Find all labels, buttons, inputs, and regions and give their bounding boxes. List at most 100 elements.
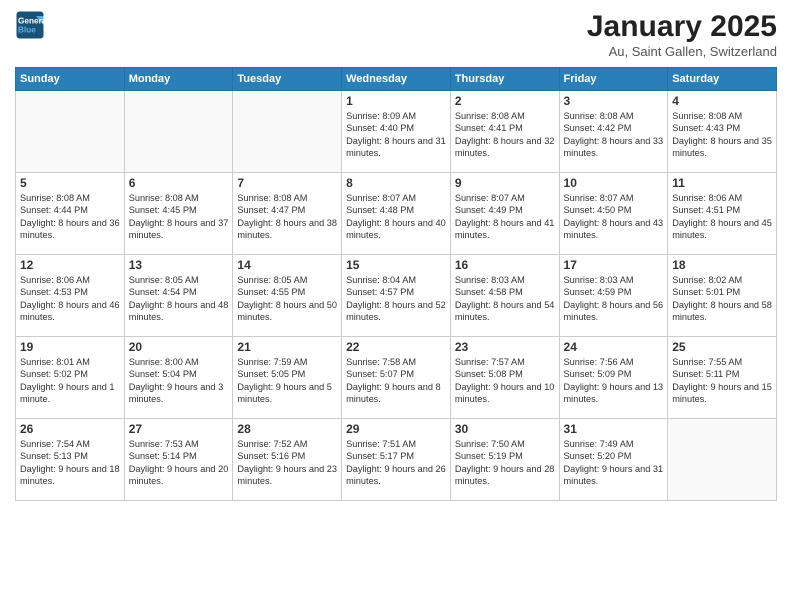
calendar-cell: 13Sunrise: 8:05 AM Sunset: 4:54 PM Dayli… bbox=[124, 255, 233, 337]
day-info: Sunrise: 8:03 AM Sunset: 4:59 PM Dayligh… bbox=[564, 274, 664, 324]
day-info: Sunrise: 8:07 AM Sunset: 4:50 PM Dayligh… bbox=[564, 192, 664, 242]
day-number: 26 bbox=[20, 422, 120, 436]
day-info: Sunrise: 8:08 AM Sunset: 4:43 PM Dayligh… bbox=[672, 110, 772, 160]
calendar-cell: 1 Sunrise: 8:09 AM Sunset: 4:40 PM Daylig… bbox=[342, 91, 451, 173]
day-number: 28 bbox=[237, 422, 337, 436]
day-number: 23 bbox=[455, 340, 555, 354]
week-row-1: 5 Sunrise: 8:08 AM Sunset: 4:44 PM Daylig… bbox=[16, 173, 777, 255]
day-info: Sunrise: 7:49 AM Sunset: 5:20 PM Dayligh… bbox=[564, 438, 664, 488]
day-number: 6 bbox=[129, 176, 229, 190]
calendar-cell: 16Sunrise: 8:03 AM Sunset: 4:58 PM Dayli… bbox=[450, 255, 559, 337]
calendar-cell: 18Sunrise: 8:02 AM Sunset: 5:01 PM Dayli… bbox=[668, 255, 777, 337]
calendar-cell: 29Sunrise: 7:51 AM Sunset: 5:17 PM Dayli… bbox=[342, 419, 451, 501]
week-row-3: 19 Sunrise: 8:01 AM Sunset: 5:02 PM Dayli… bbox=[16, 337, 777, 419]
day-number: 25 bbox=[672, 340, 772, 354]
calendar-cell: 7Sunrise: 8:08 AM Sunset: 4:47 PM Daylig… bbox=[233, 173, 342, 255]
day-info: Sunrise: 7:58 AM Sunset: 5:07 PM Dayligh… bbox=[346, 356, 446, 406]
svg-text:Blue: Blue bbox=[18, 26, 36, 35]
day-info: Sunrise: 8:08 AM Sunset: 4:41 PM Dayligh… bbox=[455, 110, 555, 160]
day-number: 2 bbox=[455, 94, 555, 108]
calendar-cell bbox=[16, 91, 125, 173]
day-number: 13 bbox=[129, 258, 229, 272]
title-block: January 2025 Au, Saint Gallen, Switzerla… bbox=[587, 10, 777, 59]
calendar-cell: 24Sunrise: 7:56 AM Sunset: 5:09 PM Dayli… bbox=[559, 337, 668, 419]
calendar-subtitle: Au, Saint Gallen, Switzerland bbox=[587, 44, 777, 59]
calendar-cell: 20 Sunrise: 8:00 AM Sunset: 5:04 PM Dayli… bbox=[124, 337, 233, 419]
day-info: Sunrise: 8:03 AM Sunset: 4:58 PM Dayligh… bbox=[455, 274, 555, 324]
day-number: 12 bbox=[20, 258, 120, 272]
day-number: 21 bbox=[237, 340, 337, 354]
day-header-wednesday: Wednesday bbox=[342, 68, 451, 91]
calendar-cell: 10Sunrise: 8:07 AM Sunset: 4:50 PM Dayli… bbox=[559, 173, 668, 255]
calendar-cell: 2 Sunrise: 8:08 AM Sunset: 4:41 PM Daylig… bbox=[450, 91, 559, 173]
calendar-table: SundayMondayTuesdayWednesdayThursdayFrid… bbox=[15, 67, 777, 501]
day-number: 14 bbox=[237, 258, 337, 272]
day-info: Sunrise: 7:55 AM Sunset: 5:11 PM Dayligh… bbox=[672, 356, 772, 406]
calendar-cell bbox=[233, 91, 342, 173]
day-info: Sunrise: 8:06 AM Sunset: 4:53 PM Dayligh… bbox=[20, 274, 120, 324]
week-row-0: 1 Sunrise: 8:09 AM Sunset: 4:40 PM Daylig… bbox=[16, 91, 777, 173]
day-info: Sunrise: 8:06 AM Sunset: 4:51 PM Dayligh… bbox=[672, 192, 772, 242]
days-header-row: SundayMondayTuesdayWednesdayThursdayFrid… bbox=[16, 68, 777, 91]
calendar-title: January 2025 bbox=[587, 10, 777, 44]
day-number: 22 bbox=[346, 340, 446, 354]
day-info: Sunrise: 8:08 AM Sunset: 4:45 PM Dayligh… bbox=[129, 192, 229, 242]
calendar-cell: 4 Sunrise: 8:08 AM Sunset: 4:43 PM Daylig… bbox=[668, 91, 777, 173]
day-number: 20 bbox=[129, 340, 229, 354]
day-header-friday: Friday bbox=[559, 68, 668, 91]
day-number: 9 bbox=[455, 176, 555, 190]
calendar-cell: 3 Sunrise: 8:08 AM Sunset: 4:42 PM Daylig… bbox=[559, 91, 668, 173]
calendar-cell: 15Sunrise: 8:04 AM Sunset: 4:57 PM Dayli… bbox=[342, 255, 451, 337]
day-header-sunday: Sunday bbox=[16, 68, 125, 91]
logo: General Blue bbox=[15, 10, 45, 40]
calendar-cell: 27 Sunrise: 7:53 AM Sunset: 5:14 PM Dayli… bbox=[124, 419, 233, 501]
day-header-monday: Monday bbox=[124, 68, 233, 91]
logo-icon: General Blue bbox=[15, 10, 45, 40]
calendar-cell: 6 Sunrise: 8:08 AM Sunset: 4:45 PM Daylig… bbox=[124, 173, 233, 255]
day-number: 18 bbox=[672, 258, 772, 272]
day-info: Sunrise: 7:51 AM Sunset: 5:17 PM Dayligh… bbox=[346, 438, 446, 488]
day-info: Sunrise: 7:52 AM Sunset: 5:16 PM Dayligh… bbox=[237, 438, 337, 488]
day-number: 31 bbox=[564, 422, 664, 436]
day-info: Sunrise: 7:54 AM Sunset: 5:13 PM Dayligh… bbox=[20, 438, 120, 488]
day-header-saturday: Saturday bbox=[668, 68, 777, 91]
day-info: Sunrise: 8:07 AM Sunset: 4:49 PM Dayligh… bbox=[455, 192, 555, 242]
day-info: Sunrise: 8:07 AM Sunset: 4:48 PM Dayligh… bbox=[346, 192, 446, 242]
svg-text:General: General bbox=[18, 17, 45, 26]
day-header-tuesday: Tuesday bbox=[233, 68, 342, 91]
day-info: Sunrise: 8:08 AM Sunset: 4:42 PM Dayligh… bbox=[564, 110, 664, 160]
day-number: 27 bbox=[129, 422, 229, 436]
calendar-cell: 19 Sunrise: 8:01 AM Sunset: 5:02 PM Dayli… bbox=[16, 337, 125, 419]
day-info: Sunrise: 8:01 AM Sunset: 5:02 PM Dayligh… bbox=[20, 356, 120, 406]
day-info: Sunrise: 8:08 AM Sunset: 4:44 PM Dayligh… bbox=[20, 192, 120, 242]
day-info: Sunrise: 8:05 AM Sunset: 4:55 PM Dayligh… bbox=[237, 274, 337, 324]
calendar-cell: 26 Sunrise: 7:54 AM Sunset: 5:13 PM Dayli… bbox=[16, 419, 125, 501]
calendar-cell: 12 Sunrise: 8:06 AM Sunset: 4:53 PM Dayli… bbox=[16, 255, 125, 337]
calendar-cell: 22 Sunrise: 7:58 AM Sunset: 5:07 PM Dayli… bbox=[342, 337, 451, 419]
calendar-cell: 17Sunrise: 8:03 AM Sunset: 4:59 PM Dayli… bbox=[559, 255, 668, 337]
day-info: Sunrise: 7:50 AM Sunset: 5:19 PM Dayligh… bbox=[455, 438, 555, 488]
day-number: 5 bbox=[20, 176, 120, 190]
page: General Blue January 2025 Au, Saint Gall… bbox=[0, 0, 792, 612]
day-number: 11 bbox=[672, 176, 772, 190]
calendar-cell: 21 Sunrise: 7:59 AM Sunset: 5:05 PM Dayli… bbox=[233, 337, 342, 419]
calendar-cell: 31 Sunrise: 7:49 AM Sunset: 5:20 PM Dayli… bbox=[559, 419, 668, 501]
calendar-cell: 8Sunrise: 8:07 AM Sunset: 4:48 PM Daylig… bbox=[342, 173, 451, 255]
day-number: 1 bbox=[346, 94, 446, 108]
calendar-cell: 5 Sunrise: 8:08 AM Sunset: 4:44 PM Daylig… bbox=[16, 173, 125, 255]
day-number: 3 bbox=[564, 94, 664, 108]
calendar-cell bbox=[668, 419, 777, 501]
calendar-cell: 9 Sunrise: 8:07 AM Sunset: 4:49 PM Daylig… bbox=[450, 173, 559, 255]
calendar-cell bbox=[124, 91, 233, 173]
day-number: 19 bbox=[20, 340, 120, 354]
day-info: Sunrise: 8:00 AM Sunset: 5:04 PM Dayligh… bbox=[129, 356, 229, 406]
day-info: Sunrise: 7:53 AM Sunset: 5:14 PM Dayligh… bbox=[129, 438, 229, 488]
day-info: Sunrise: 8:09 AM Sunset: 4:40 PM Dayligh… bbox=[346, 110, 446, 160]
day-number: 7 bbox=[237, 176, 337, 190]
week-row-2: 12 Sunrise: 8:06 AM Sunset: 4:53 PM Dayli… bbox=[16, 255, 777, 337]
day-info: Sunrise: 7:56 AM Sunset: 5:09 PM Dayligh… bbox=[564, 356, 664, 406]
day-number: 4 bbox=[672, 94, 772, 108]
day-info: Sunrise: 7:59 AM Sunset: 5:05 PM Dayligh… bbox=[237, 356, 337, 406]
week-row-4: 26 Sunrise: 7:54 AM Sunset: 5:13 PM Dayli… bbox=[16, 419, 777, 501]
calendar-cell: 11 Sunrise: 8:06 AM Sunset: 4:51 PM Dayli… bbox=[668, 173, 777, 255]
